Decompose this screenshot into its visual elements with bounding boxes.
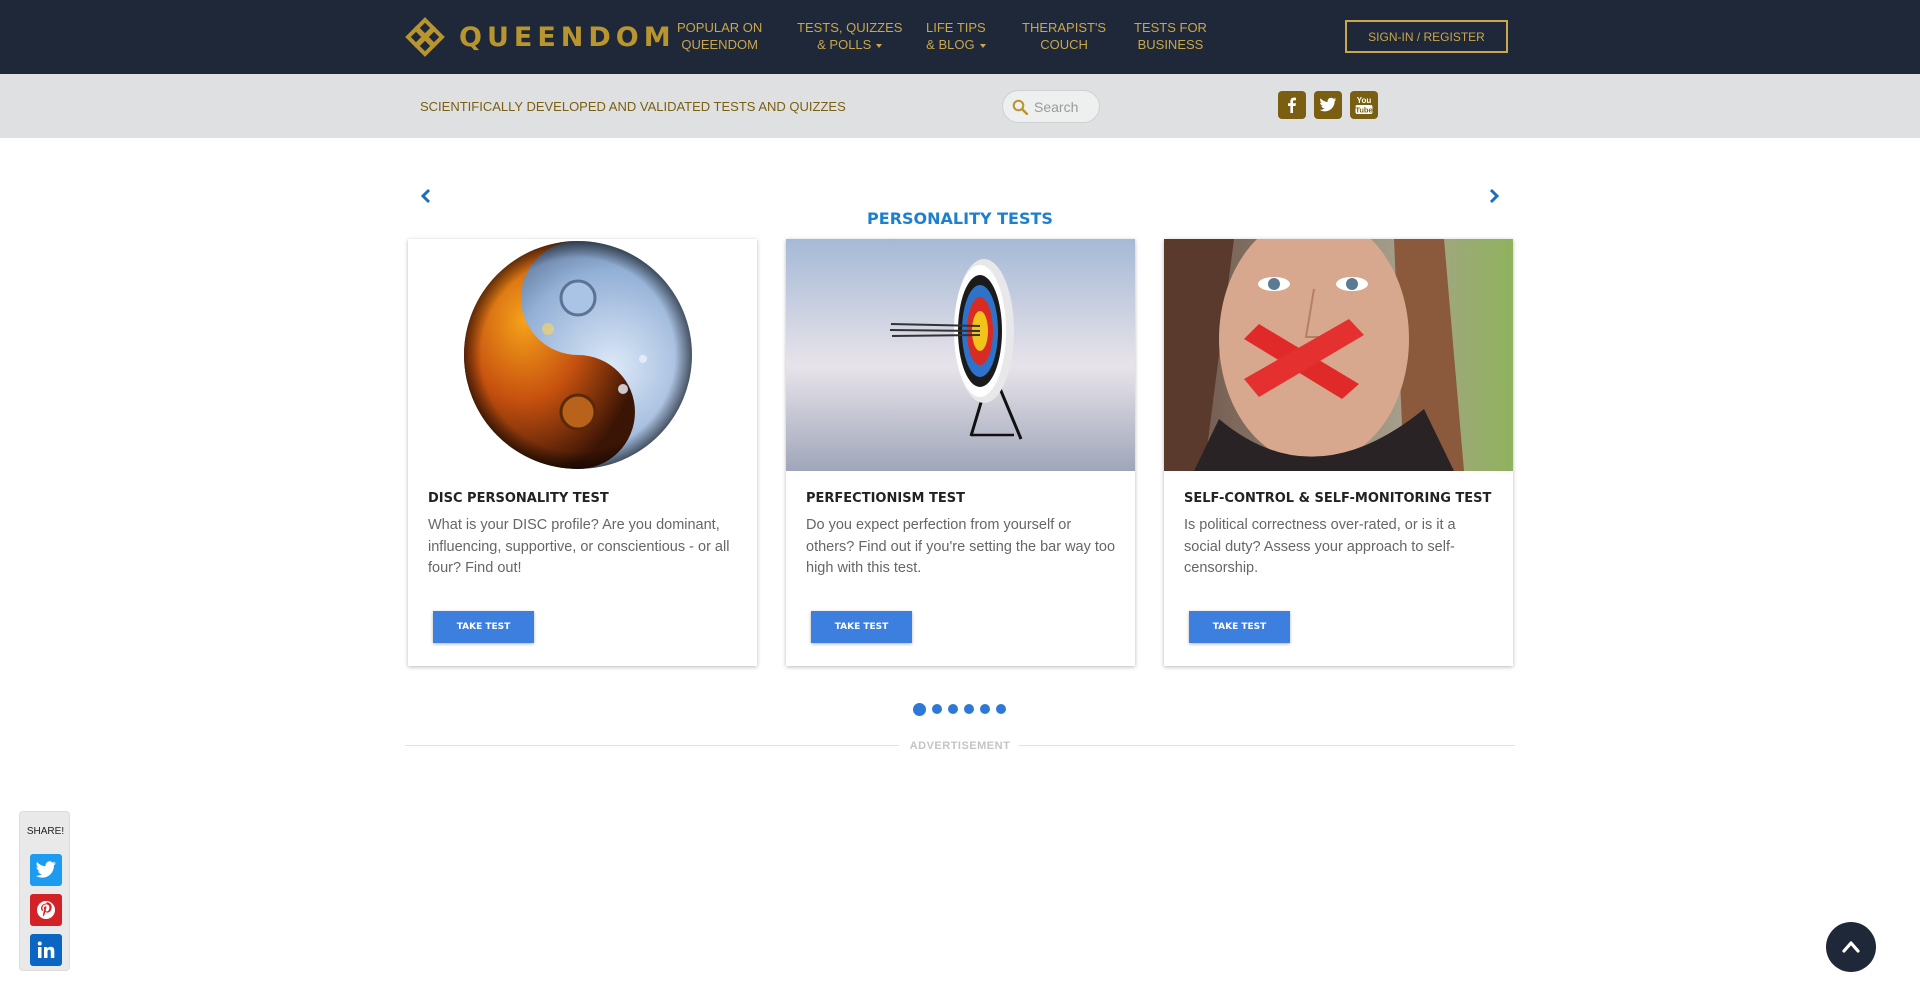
chevron-up-icon	[1842, 941, 1860, 953]
card-description: Do you expect perfection from yourself o…	[806, 517, 1116, 576]
ad-divider-left	[405, 745, 899, 746]
share-widget: SHARE!	[19, 811, 70, 971]
nav-label-line1: TESTS, QUIZZES	[797, 20, 903, 35]
svg-text:Tube: Tube	[1355, 105, 1372, 114]
share-label: SHARE!	[26, 826, 65, 837]
section-title: PERSONALITY TESTS	[867, 209, 1053, 228]
site-tagline: SCIENTIFICALLY DEVELOPED AND VALIDATED T…	[420, 99, 846, 114]
nav-tests-quizzes-polls[interactable]: TESTS, QUIZZES & POLLS	[797, 19, 902, 53]
nav-label-line2: QUEENDOM	[681, 37, 758, 52]
carousel-dot[interactable]	[913, 702, 926, 716]
nav-therapists-couch[interactable]: THERAPIST'S COUCH	[1022, 19, 1106, 53]
yin-yang-image[interactable]	[408, 239, 757, 471]
facebook-icon[interactable]	[1278, 91, 1306, 119]
card-title[interactable]: PERFECTIONISM TEST	[806, 491, 965, 506]
take-test-button[interactable]: TAKE TEST	[433, 611, 534, 643]
sub-header-bar: SCIENTIFICALLY DEVELOPED AND VALIDATED T…	[0, 74, 1920, 138]
nav-label-line2: & BLOG	[926, 37, 975, 52]
search-icon	[1012, 99, 1028, 115]
logo-mark-icon	[405, 17, 445, 57]
nav-tests-for-business[interactable]: TESTS FOR BUSINESS	[1134, 19, 1207, 53]
sign-in-register-button[interactable]: SIGN-IN / REGISTER	[1345, 20, 1508, 53]
nav-label-line1: TESTS FOR	[1134, 20, 1207, 35]
carousel-dot[interactable]	[964, 704, 974, 714]
youtube-icon[interactable]: You Tube	[1350, 91, 1378, 119]
caret-down-icon	[876, 43, 883, 48]
nav-life-tips-blog[interactable]: LIFE TIPS & BLOG	[926, 19, 986, 53]
top-navigation-bar: QUEENDOM POPULAR ON QUEENDOM TESTS, QUIZ…	[0, 0, 1920, 74]
nav-label-line2: BUSINESS	[1137, 37, 1204, 52]
card-title[interactable]: DISC PERSONALITY TEST	[428, 491, 609, 506]
nav-label-line2: & POLLS	[817, 37, 872, 52]
test-card: PERFECTIONISM TEST Do you expect perfect…	[786, 239, 1135, 666]
advertisement-label: ADVERTISEMENT	[909, 740, 1011, 752]
search-box[interactable]	[1002, 90, 1100, 123]
take-test-button[interactable]: TAKE TEST	[811, 611, 912, 643]
linkedin-icon[interactable]	[30, 934, 62, 966]
queendom-logo[interactable]: QUEENDOM	[405, 17, 676, 57]
carousel-next-arrow-icon[interactable]	[1484, 186, 1504, 206]
archery-target-image[interactable]	[786, 239, 1135, 471]
card-title[interactable]: SELF-CONTROL & SELF-MONITORING TEST	[1184, 491, 1491, 506]
back-to-top-button[interactable]	[1826, 922, 1876, 972]
take-test-button[interactable]: TAKE TEST	[1189, 611, 1290, 643]
ad-divider-right	[1019, 745, 1515, 746]
test-card: SELF-CONTROL & SELF-MONITORING TEST Is p…	[1164, 239, 1513, 666]
carousel-prev-arrow-icon[interactable]	[416, 186, 436, 206]
card-description: What is your DISC profile? Are you domin…	[428, 517, 730, 576]
caret-down-icon	[979, 43, 986, 48]
pinterest-icon[interactable]	[30, 894, 62, 926]
search-input[interactable]	[1034, 98, 1096, 115]
carousel-dot[interactable]	[932, 704, 942, 714]
test-card: DISC PERSONALITY TEST What is your DISC …	[408, 239, 757, 666]
nav-label-line1: LIFE TIPS	[926, 20, 986, 35]
nav-popular-on-queendom[interactable]: POPULAR ON QUEENDOM	[677, 19, 762, 53]
svg-text:You: You	[1357, 96, 1372, 105]
nav-label-line2: COUCH	[1040, 37, 1088, 52]
logo-text: QUEENDOM	[459, 21, 676, 53]
nav-label-line1: THERAPIST'S	[1022, 20, 1107, 35]
carousel-dot[interactable]	[948, 704, 958, 714]
taped-mouth-woman-image[interactable]	[1164, 239, 1513, 471]
card-description: Is political correctness over-rated, or …	[1184, 517, 1456, 576]
twitter-icon[interactable]	[1314, 91, 1342, 119]
nav-label-line1: POPULAR ON	[677, 20, 763, 35]
carousel-dot[interactable]	[980, 704, 990, 714]
twitter-icon[interactable]	[30, 854, 62, 886]
carousel-pagination	[913, 702, 1012, 716]
carousel-dot[interactable]	[996, 704, 1006, 714]
